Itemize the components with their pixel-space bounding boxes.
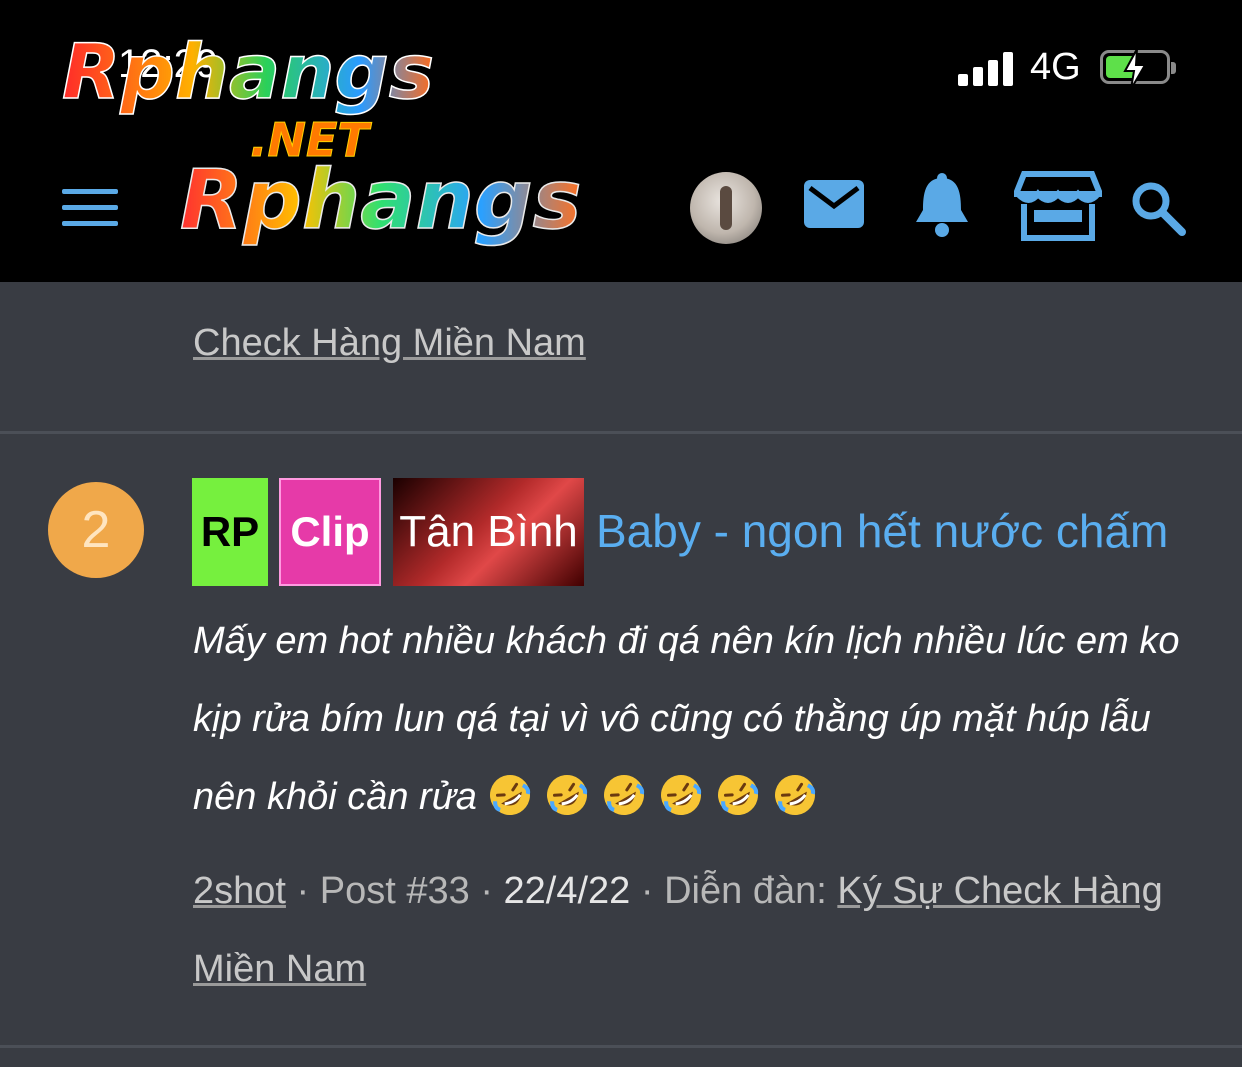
top-bar: 12:29 Rphangs .NET 4G Rphangs <box>0 0 1242 282</box>
laughing-emoji-icon <box>774 775 815 815</box>
post-number: Post #33 <box>319 870 470 912</box>
mail-icon[interactable] <box>804 180 864 228</box>
author-link[interactable]: 2shot <box>193 870 286 912</box>
meta-separator: · <box>640 870 654 912</box>
thread-title-link[interactable]: Baby - ngon hết nước chấm <box>596 504 1168 558</box>
meta-separator: · <box>296 870 310 912</box>
search-icon[interactable] <box>1130 180 1186 236</box>
store-icon[interactable] <box>1011 170 1105 242</box>
meta-separator: · <box>480 870 493 912</box>
watermark-logo: Rphangs .NET <box>60 26 440 167</box>
previous-forum-link[interactable]: Check Hàng Miền Nam <box>193 322 586 365</box>
forum-label: Diễn đàn: <box>664 870 827 912</box>
laughing-emoji-icon <box>717 775 758 815</box>
post-date: 22/4/22 <box>503 870 631 912</box>
previous-result: Check Hàng Miền Nam <box>0 282 1242 432</box>
result-divider <box>0 1045 1242 1048</box>
cellular-signal-icon <box>958 52 1014 86</box>
tag-rp: RP <box>192 478 268 586</box>
bell-icon[interactable] <box>913 172 971 238</box>
result-divider <box>0 431 1242 434</box>
result-rank-badge: 2 <box>48 482 144 578</box>
avatar[interactable] <box>690 172 762 244</box>
result-snippet: Mấy em hot nhiều khách đi qá nên kín lịc… <box>193 602 1193 836</box>
laughing-emoji-icon <box>489 775 530 815</box>
emoji-row <box>488 775 830 818</box>
laughing-emoji-icon <box>603 775 644 815</box>
laughing-emoji-icon <box>660 775 701 815</box>
menu-icon[interactable] <box>62 187 118 227</box>
site-logo-text: Rphangs <box>180 158 581 248</box>
battery-icon <box>1100 48 1176 90</box>
svg-text:Rphangs: Rphangs <box>62 27 434 116</box>
result-meta: 2shot · Post #33 · 22/4/22 · Diễn đàn: K… <box>193 852 1193 1008</box>
tag-clip: Clip <box>279 478 381 586</box>
laughing-emoji-icon <box>546 775 587 815</box>
result-title-row[interactable]: RP Clip Tân Bình Baby - ngon hết nước ch… <box>192 478 1212 588</box>
site-logo[interactable]: Rphangs <box>176 152 616 258</box>
network-type: 4G <box>1030 46 1081 88</box>
tag-tan-binh: Tân Bình <box>393 478 584 586</box>
